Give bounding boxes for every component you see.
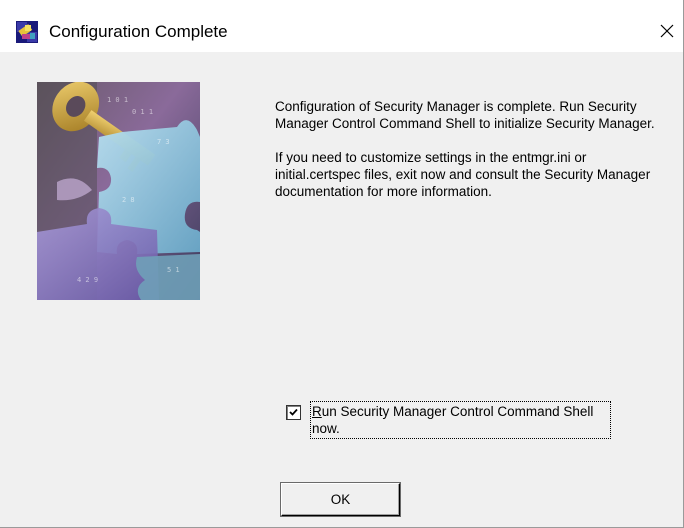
run-shell-accesskey: R	[312, 404, 322, 419]
svg-text:0 1 1: 0 1 1	[132, 108, 153, 116]
completion-message: Configuration of Security Manager is com…	[275, 98, 655, 217]
installer-app-icon	[16, 21, 38, 43]
completion-message-paragraph: Configuration of Security Manager is com…	[275, 99, 655, 131]
checkmark-icon	[289, 408, 298, 416]
svg-text:4 2 9: 4 2 9	[77, 276, 98, 284]
svg-text:5 1: 5 1	[167, 266, 180, 274]
run-shell-checkbox-label[interactable]: Run Security Manager Control Command She…	[310, 401, 611, 439]
ok-button[interactable]: OK	[281, 483, 400, 516]
customization-note-paragraph: If you need to customize settings in the…	[275, 150, 651, 199]
run-shell-label-text: un Security Manager Control Command Shel…	[312, 404, 594, 436]
close-icon	[660, 24, 674, 38]
svg-text:7 3: 7 3	[157, 138, 170, 146]
dialog-client-area: 1 0 1 0 1 1 7 3 4 2 9 5 1 2 8 Configurat…	[0, 52, 683, 527]
window-title: Configuration Complete	[49, 22, 228, 41]
svg-text:1 0 1: 1 0 1	[107, 96, 128, 104]
run-shell-checkbox[interactable]	[286, 405, 301, 420]
svg-text:2 8: 2 8	[122, 196, 135, 204]
run-shell-option[interactable]: Run Security Manager Control Command She…	[286, 401, 611, 439]
close-button[interactable]	[650, 14, 683, 48]
keys-and-puzzle-pieces-illustration: 1 0 1 0 1 1 7 3 4 2 9 5 1 2 8	[37, 82, 200, 300]
configuration-complete-dialog: Configuration Complete 1 0 1 0 1 1 7 3 4…	[0, 0, 684, 528]
title-bar[interactable]: Configuration Complete	[0, 0, 683, 52]
